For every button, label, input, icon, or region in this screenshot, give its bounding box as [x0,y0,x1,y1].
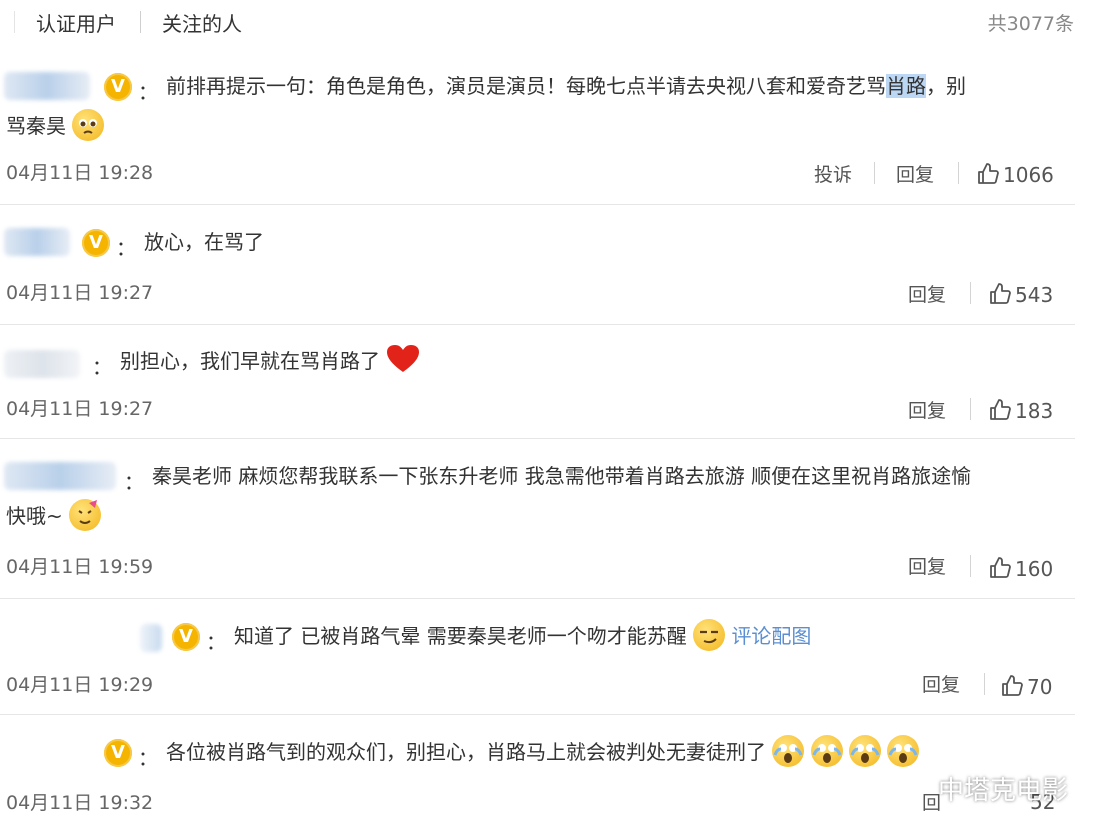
action-divider [970,282,971,304]
username-blurred[interactable] [4,228,70,256]
red-heart-icon [386,344,420,387]
comment-filter-header: 认证用户 关注的人 共3077条 [0,0,1108,44]
action-divider [984,673,985,695]
like-button[interactable]: 183 [988,398,1053,423]
pleading-face-icon [72,109,105,141]
verified-badge-icon: V [104,739,132,767]
highlighted-text: 肖路 [886,74,926,98]
comment-text: 前排再提示一句：角色是角色，演员是演员！每晚七点半请去央视八套和爱奇艺骂肖路，别 [166,74,966,98]
verified-badge-icon: V [172,623,200,651]
comment-timestamp: 04月11日 19:32 [6,792,154,814]
tab-following[interactable]: 关注的人 [162,8,242,37]
comment-timestamp: 04月11日 19:59 [6,556,154,578]
comment-count: 共3077条 [987,13,1074,35]
comment-text-line2: 快哦~ [6,496,102,536]
comment-divider [0,438,1075,439]
colon: ： [124,470,144,494]
like-count: 183 [1015,399,1054,423]
reply-button[interactable]: 回复 [896,160,934,187]
reply-button[interactable]: 回复 [908,552,946,579]
comment-text: 放心，在骂了 [144,230,264,254]
username-blurred[interactable] [140,624,162,652]
colon: ： [206,630,226,654]
username-blurred[interactable] [4,350,80,378]
thumbs-up-icon [990,557,1011,578]
username-blurred[interactable] [4,462,116,490]
action-divider [958,162,959,184]
verified-badge-icon: V [82,229,110,257]
like-button[interactable]: 543 [988,282,1053,307]
comment-text-line2: 骂秦昊 [6,106,105,146]
comment-text: 知道了 已被肖路气晕 需要秦昊老师一个吻才能苏醒 评论配图 [234,616,811,656]
colon: ： [138,746,158,770]
tab-verified-users[interactable]: 认证用户 [36,8,116,37]
colon: ： [116,236,136,260]
tab-divider [140,11,141,33]
report-button[interactable]: 投诉 [814,160,852,187]
watermark: 中塔克电影 [938,776,1069,806]
action-divider [970,555,971,577]
like-count: 160 [1015,557,1054,581]
comment-timestamp: 04月11日 19:29 [6,674,154,696]
comment-timestamp: 04月11日 19:27 [6,282,154,304]
comment-timestamp: 04月11日 19:28 [6,162,154,184]
username-blurred[interactable] [4,72,90,100]
screaming-face-icon [810,735,843,767]
like-count: 70 [1027,675,1053,699]
party-face-icon [69,499,102,531]
comment-divider [0,714,1075,715]
reply-button[interactable]: 回复 [908,280,946,307]
comment-divider [0,598,1075,599]
like-count: 543 [1015,283,1054,307]
screaming-face-icon [887,735,920,767]
action-divider [970,398,971,420]
like-button[interactable]: 70 [1000,674,1052,699]
comment-divider [0,324,1075,325]
thumbs-up-icon [1002,675,1023,696]
smirk-face-icon [693,619,726,651]
comment-text: 别担心，我们早就在骂肖路了 [120,341,420,387]
comment-divider [0,204,1075,205]
like-button[interactable]: 1066 [976,162,1054,187]
like-count: 1066 [1003,163,1054,187]
verified-badge-icon: V [104,73,132,101]
thumbs-up-icon [990,283,1011,304]
comment-timestamp: 04月11日 19:27 [6,398,154,420]
like-button[interactable]: 160 [988,556,1053,581]
screaming-face-icon [849,735,882,767]
comment-text: 秦昊老师 麻烦您帮我联系一下张东升老师 我急需他带着肖路去旅游 顺便在这里祝肖路… [152,464,972,488]
reply-button[interactable]: 回复 [922,670,960,697]
comment-text: 各位被肖路气到的观众们，别担心，肖路马上就会被判处无妻徒刑了 [166,732,920,772]
colon: ： [138,80,158,104]
thumbs-up-icon [990,399,1011,420]
comment-image-link[interactable]: 评论配图 [731,624,811,648]
thumbs-up-icon [978,163,999,184]
header-edge [14,11,15,33]
reply-button[interactable]: 回复 [908,396,946,423]
colon: ： [92,355,112,379]
screaming-face-icon [772,735,805,767]
action-divider [874,162,875,184]
